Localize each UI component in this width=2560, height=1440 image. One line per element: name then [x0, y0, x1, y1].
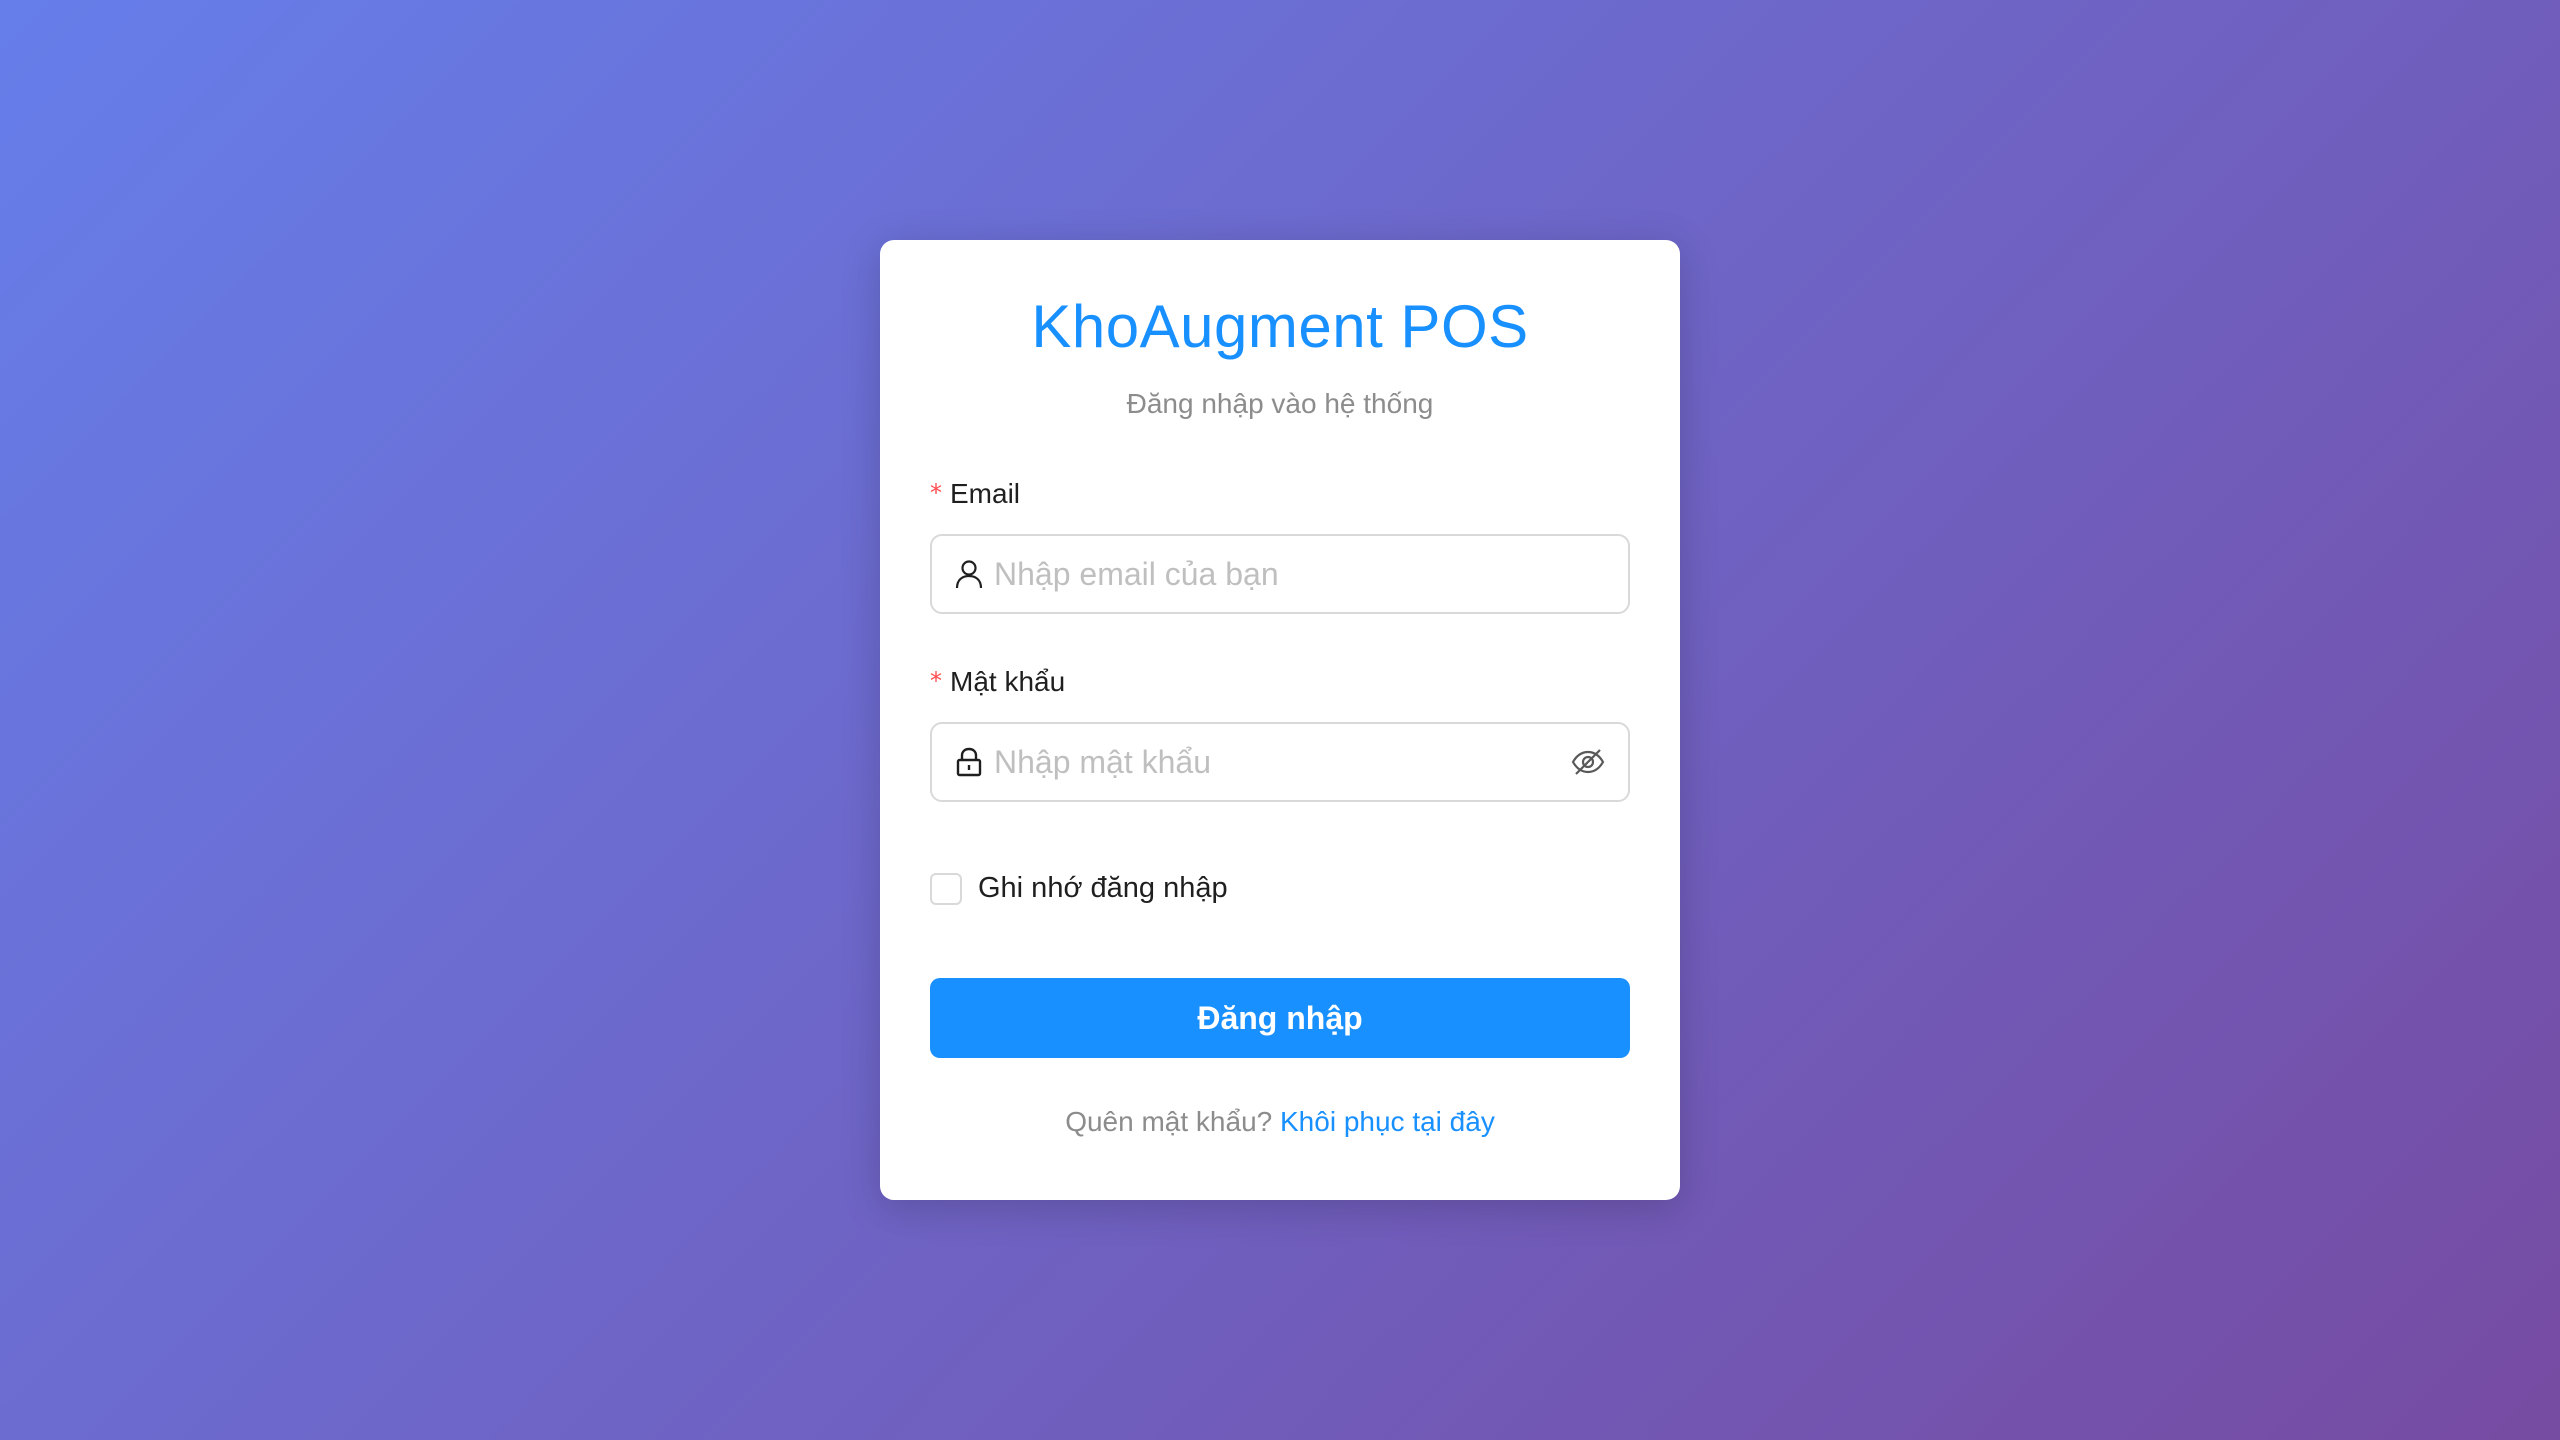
password-field[interactable] [930, 722, 1630, 802]
eye-off-icon[interactable] [1570, 744, 1606, 780]
password-label-text: Mật khẩu [950, 666, 1066, 697]
lock-icon [954, 747, 984, 777]
recover-link[interactable]: Khôi phục tại đây [1280, 1106, 1495, 1137]
remember-label: Ghi nhớ đăng nhập [978, 872, 1228, 904]
forgot-password: Quên mật khẩu? Khôi phục tại đây [880, 1106, 1680, 1138]
login-button[interactable]: Đăng nhập [930, 978, 1630, 1058]
password-input[interactable] [994, 743, 1570, 781]
remember-me[interactable]: Ghi nhớ đăng nhập [930, 872, 1228, 905]
login-card: KhoAugment POS Đăng nhập vào hệ thống * E… [880, 240, 1680, 1200]
required-mark: * [930, 667, 942, 695]
email-input[interactable] [994, 555, 1606, 593]
email-label-text: Email [950, 478, 1021, 509]
required-mark: * [930, 479, 942, 507]
email-label: * Email [930, 478, 1020, 510]
user-icon [954, 559, 984, 589]
app-title: KhoAugment POS [1031, 293, 1529, 360]
app-subtitle: Đăng nhập vào hệ thống [1126, 388, 1434, 419]
password-label: * Mật khẩu [930, 666, 1065, 698]
remember-checkbox[interactable] [930, 872, 962, 905]
forgot-text: Quên mật khẩu? [1065, 1106, 1273, 1137]
email-field[interactable] [930, 534, 1630, 614]
